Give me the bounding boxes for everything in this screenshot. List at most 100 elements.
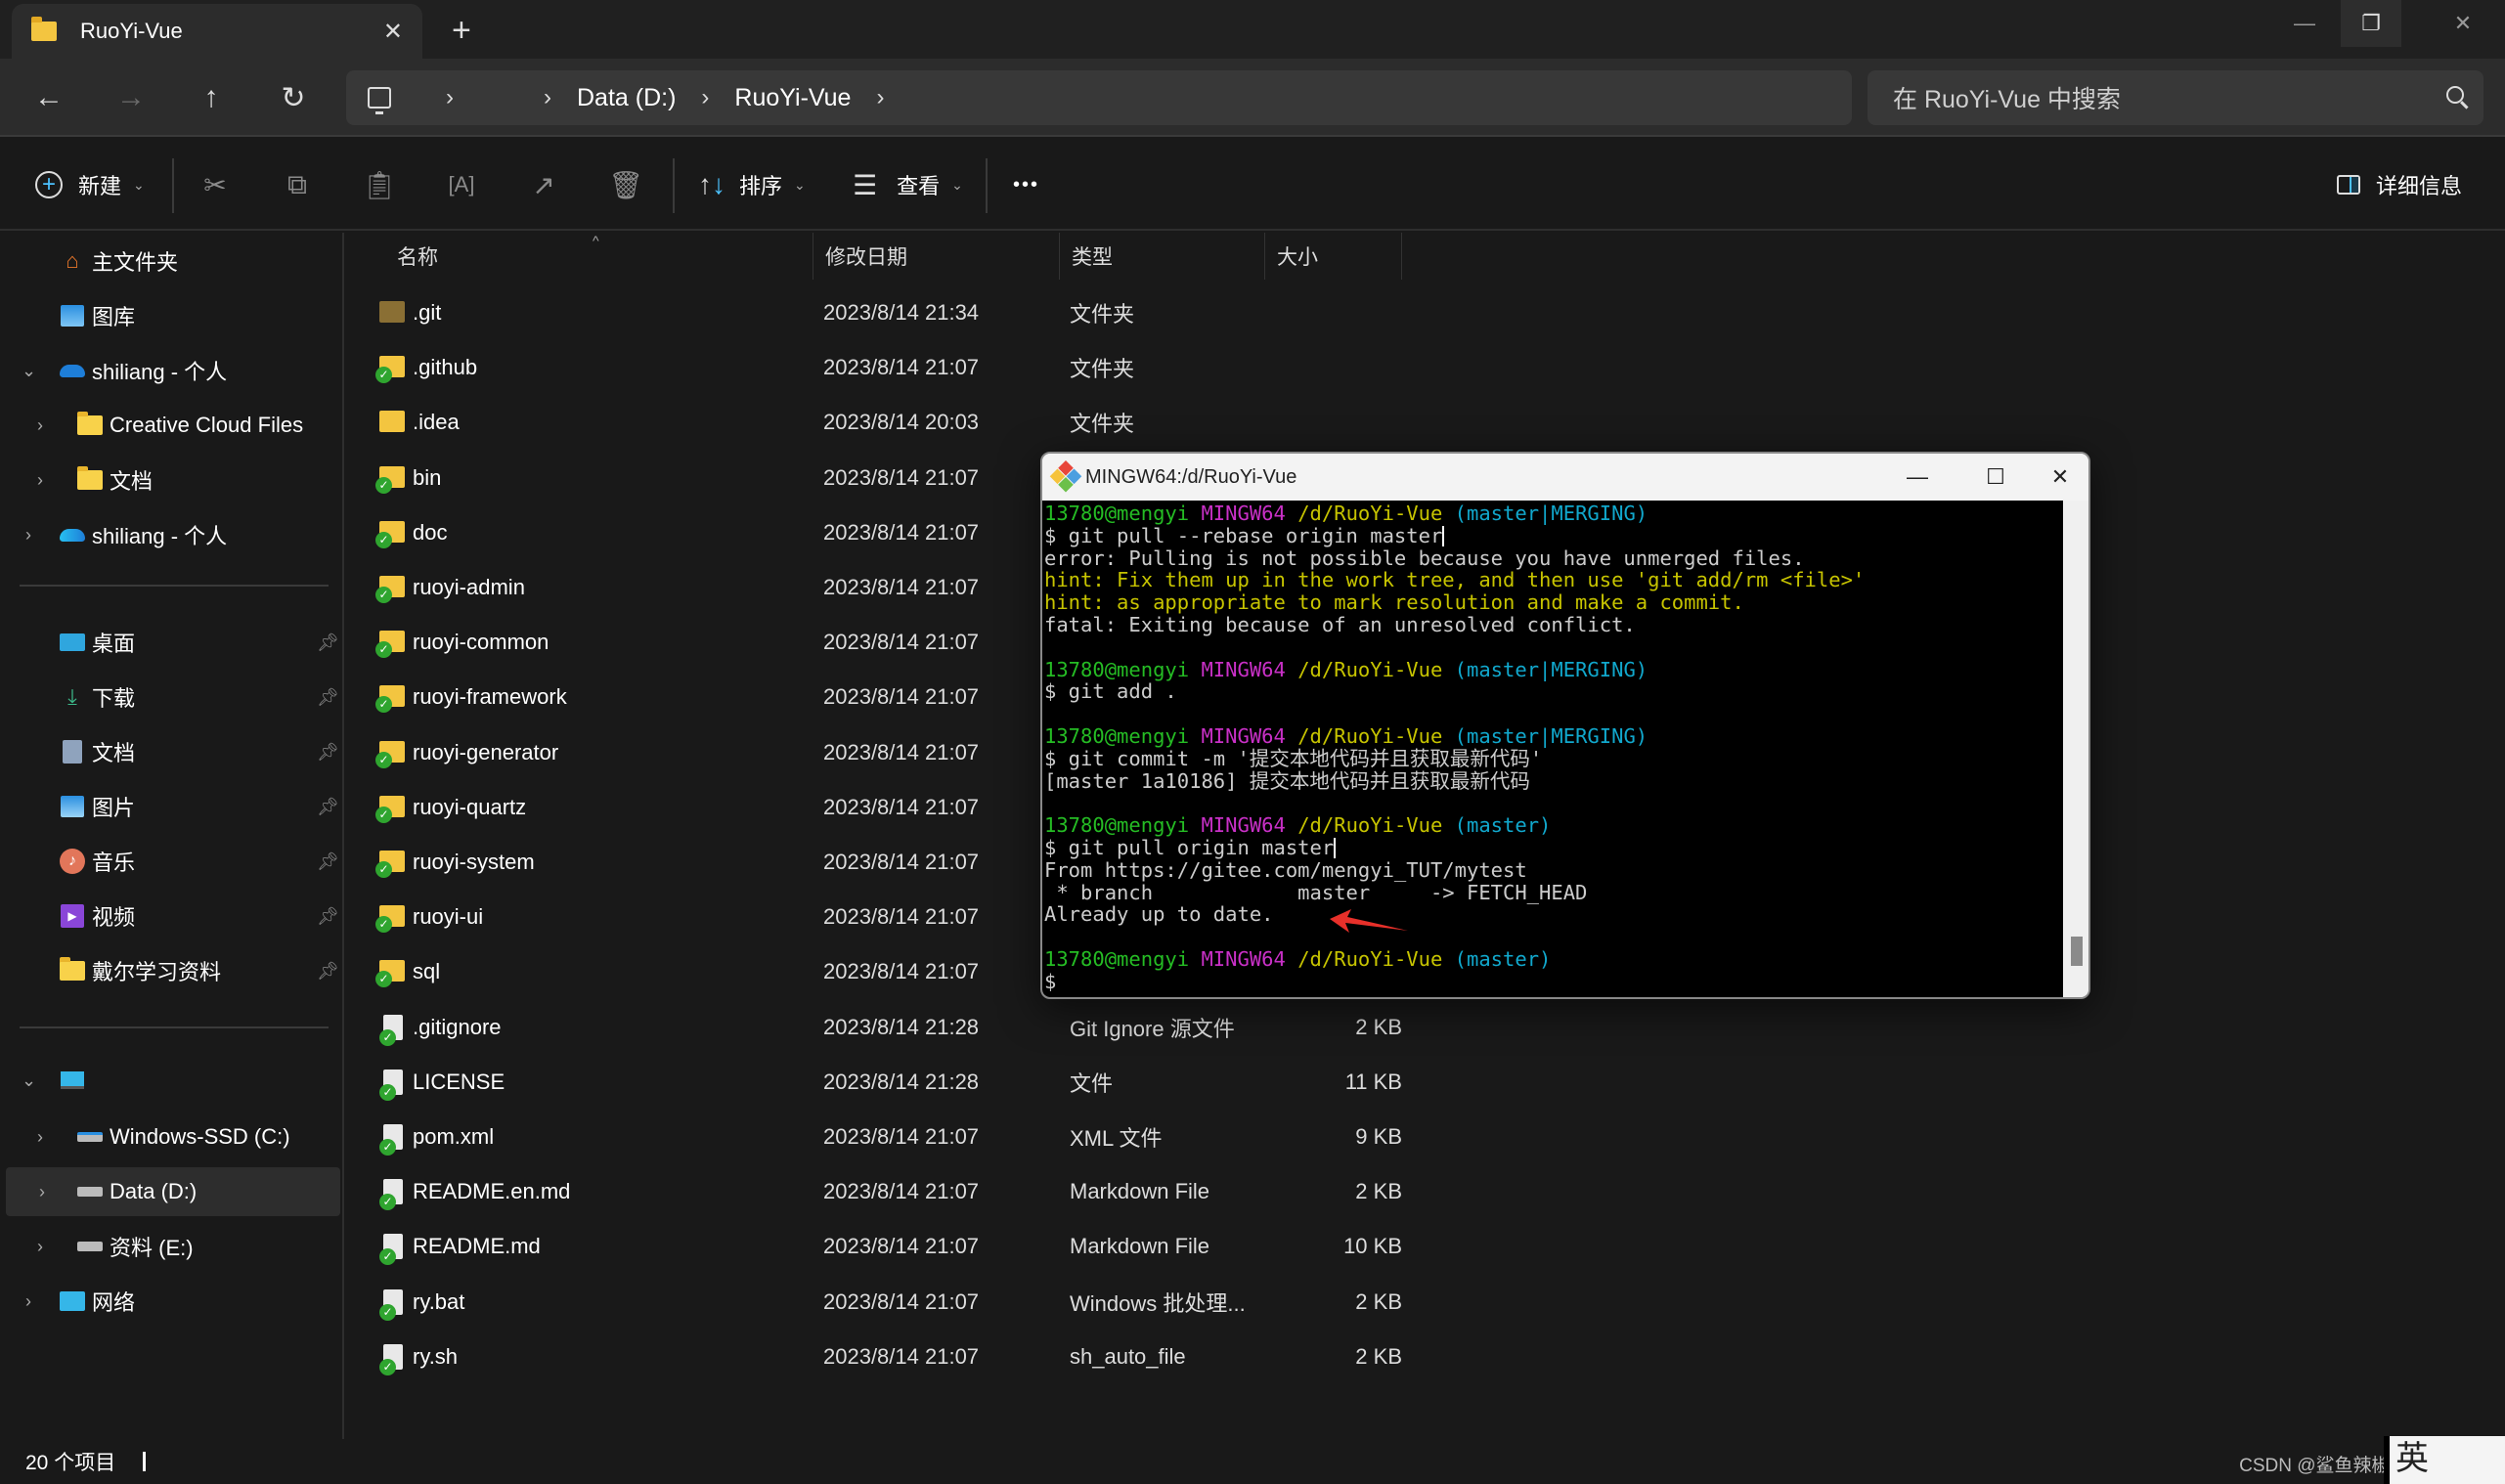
- file-row[interactable]: ✓ ry.bat 2023/8/14 21:07 Windows 批处理... 2 KB: [346, 1275, 1402, 1330]
- terminal-minimize-button[interactable]: —: [1893, 461, 1942, 493]
- sidebar-item-dell-materials[interactable]: 戴尔学习资料 📌︎: [59, 946, 342, 995]
- breadcrumb-separator[interactable]: ›: [701, 84, 709, 111]
- navigation-pane: ⌂ 主文件夹 图库 ⌄ shiliang - 个人 › Creative Clo…: [0, 233, 344, 1439]
- delete-button[interactable]: 🗑︎: [606, 162, 645, 207]
- file-row[interactable]: ✓ LICENSE 2023/8/14 21:28 文件 11 KB: [346, 1055, 1402, 1110]
- pin-icon[interactable]: 📌︎: [317, 742, 339, 763]
- prompt-branch: (master|MERGING): [1454, 657, 1648, 681]
- clipboard-icon: 📋︎: [362, 169, 397, 200]
- file-row[interactable]: ✓ .github 2023/8/14 21:07 文件夹: [346, 340, 1402, 395]
- search-icon[interactable]: [2446, 86, 2464, 104]
- terminal-window[interactable]: MINGW64:/d/RuoYi-Vue — ☐ ✕ 13780@mengyi …: [1040, 452, 2090, 999]
- chevron-right-icon[interactable]: ›: [37, 1237, 43, 1257]
- sidebar-item-gallery[interactable]: 图库: [59, 291, 135, 340]
- forward-button[interactable]: →: [110, 76, 153, 119]
- file-size: 11 KB: [1344, 1069, 1402, 1094]
- file-row[interactable]: .git 2023/8/14 21:34 文件夹: [346, 285, 1402, 340]
- chevron-right-icon[interactable]: ›: [37, 470, 43, 491]
- breadcrumb-separator[interactable]: ›: [544, 84, 551, 111]
- address-bar[interactable]: › › Data (D:) › RuoYi-Vue ›: [346, 70, 1852, 125]
- ime-indicator[interactable]: 英: [2384, 1436, 2505, 1484]
- sidebar-item-documents-cloud[interactable]: › 文档: [37, 456, 153, 504]
- refresh-button[interactable]: ↻: [272, 76, 315, 119]
- tab-ruoyi-vue[interactable]: RuoYi-Vue ✕: [12, 4, 422, 59]
- file-row[interactable]: ✓ ry.sh 2023/8/14 21:07 sh_auto_file 2 KB: [346, 1330, 1402, 1384]
- close-button[interactable]: ✕: [2433, 0, 2493, 47]
- terminal-output[interactable]: 13780@mengyi MINGW64 /d/RuoYi-Vue (maste…: [1042, 501, 2063, 997]
- terminal-maximize-button[interactable]: ☐: [1971, 461, 2020, 493]
- more-options-button[interactable]: •••: [1013, 162, 1039, 207]
- paste-button[interactable]: 📋︎: [360, 162, 399, 207]
- terminal-output-text: From https://gitee.com/mengyi_TUT/mytest: [1044, 857, 1527, 882]
- prompt-branch: (master|MERGING): [1454, 502, 1648, 525]
- sidebar-item-drive-d[interactable]: › Data (D:): [6, 1167, 340, 1216]
- pin-icon[interactable]: 📌︎: [317, 633, 339, 653]
- terminal-close-button[interactable]: ✕: [2036, 461, 2085, 493]
- restore-button[interactable]: ❐: [2341, 0, 2401, 47]
- chevron-right-icon[interactable]: ›: [25, 525, 31, 546]
- column-header-date[interactable]: 修改日期: [813, 233, 1060, 280]
- sidebar-item-drive-c[interactable]: › Windows-SSD (C:): [37, 1113, 290, 1161]
- sidebar-item-home[interactable]: ⌂ 主文件夹: [59, 237, 178, 285]
- sidebar-item-network[interactable]: › 网络: [25, 1277, 135, 1326]
- chevron-right-icon[interactable]: ›: [25, 1291, 31, 1312]
- file-row[interactable]: ✓ README.en.md 2023/8/14 21:07 Markdown Fil…: [346, 1164, 1402, 1219]
- terminal-scrollbar[interactable]: [2063, 501, 2088, 997]
- pin-icon[interactable]: 📌︎: [317, 687, 339, 708]
- minimize-button[interactable]: —: [2274, 0, 2335, 47]
- sidebar-item-onedrive-2[interactable]: › shiliang - 个人: [25, 510, 227, 559]
- details-pane-button[interactable]: 详细信息: [2337, 162, 2462, 207]
- copy-button[interactable]: ⧉: [278, 162, 317, 207]
- chevron-down-icon[interactable]: ⌄: [22, 1070, 36, 1091]
- sidebar-item-onedrive[interactable]: ⌄ shiliang - 个人: [22, 346, 227, 395]
- chevron-right-icon[interactable]: ›: [39, 1182, 45, 1202]
- column-header-type[interactable]: 类型: [1060, 233, 1265, 280]
- sidebar-item-desktop[interactable]: 桌面 📌︎: [59, 618, 342, 667]
- chevron-right-icon[interactable]: ›: [37, 1127, 43, 1148]
- breadcrumb-separator[interactable]: ›: [876, 84, 884, 111]
- search-input[interactable]: 在 RuoYi-Vue 中搜索: [1868, 70, 2483, 125]
- terminal-command-line: $: [1044, 970, 2061, 993]
- pin-icon[interactable]: 📌︎: [317, 851, 339, 872]
- sidebar-item-label: Creative Cloud Files: [110, 413, 304, 437]
- sidebar-item-pictures[interactable]: 图片 📌︎: [59, 782, 342, 831]
- sidebar-item-drive-e[interactable]: › 资料 (E:): [37, 1222, 194, 1271]
- column-header-size[interactable]: 大小: [1265, 233, 1402, 280]
- breadcrumb-data-d[interactable]: Data (D:): [577, 84, 676, 112]
- sort-icon: ↑↓: [698, 169, 725, 199]
- sidebar-item-music[interactable]: ♪ 音乐 📌︎: [59, 837, 342, 886]
- terminal-output-line: * branch master -> FETCH_HEAD: [1044, 881, 2061, 904]
- share-button[interactable]: ↗: [524, 162, 563, 207]
- chevron-down-icon[interactable]: ⌄: [22, 361, 36, 381]
- sort-button[interactable]: ↑↓ 排序 ⌄: [698, 162, 806, 207]
- up-button[interactable]: ↑: [190, 76, 233, 119]
- rename-button[interactable]: [A]: [442, 162, 481, 207]
- terminal-scrollbar-thumb[interactable]: [2071, 937, 2083, 966]
- file-row[interactable]: ✓ .gitignore 2023/8/14 21:28 Git Ignore 源文件…: [346, 1000, 1402, 1055]
- cut-button[interactable]: ✂: [196, 162, 235, 207]
- tab-close-button[interactable]: ✕: [383, 18, 403, 46]
- new-tab-button[interactable]: +: [452, 12, 471, 50]
- pin-icon[interactable]: 📌︎: [317, 906, 339, 927]
- back-button[interactable]: ←: [27, 76, 70, 119]
- view-button[interactable]: ☰ 查看 ⌄: [853, 162, 963, 207]
- sidebar-item-creative-cloud[interactable]: › Creative Cloud Files: [37, 401, 304, 450]
- pin-icon[interactable]: 📌︎: [317, 961, 339, 982]
- pin-icon[interactable]: 📌︎: [317, 797, 339, 817]
- file-row[interactable]: .idea 2023/8/14 20:03 文件夹: [346, 395, 1402, 450]
- sidebar-item-videos[interactable]: ▶ 视频 📌︎: [59, 892, 342, 940]
- file-size: 2 KB: [1355, 1014, 1402, 1039]
- sync-check-icon: ✓: [375, 751, 392, 768]
- sidebar-item-downloads[interactable]: ⤓ 下载 📌︎: [59, 673, 342, 721]
- file-row[interactable]: ✓ pom.xml 2023/8/14 21:07 XML 文件 9 KB: [346, 1110, 1402, 1164]
- file-row[interactable]: ✓ README.md 2023/8/14 21:07 Markdown File 10…: [346, 1219, 1402, 1274]
- chevron-right-icon[interactable]: ›: [37, 415, 43, 436]
- file-icon: ✓: [379, 1288, 403, 1321]
- breadcrumb-separator[interactable]: ›: [446, 84, 454, 111]
- column-header-name[interactable]: 名称: [346, 233, 813, 280]
- breadcrumb-ruoyi-vue[interactable]: RuoYi-Vue: [734, 84, 851, 112]
- new-button[interactable]: + 新建 ⌄: [35, 162, 145, 207]
- terminal-command-line: $ git add .: [1044, 680, 2061, 703]
- sidebar-item-this-pc[interactable]: ⌄: [22, 1056, 92, 1105]
- sidebar-item-documents[interactable]: 文档 📌︎: [59, 727, 342, 776]
